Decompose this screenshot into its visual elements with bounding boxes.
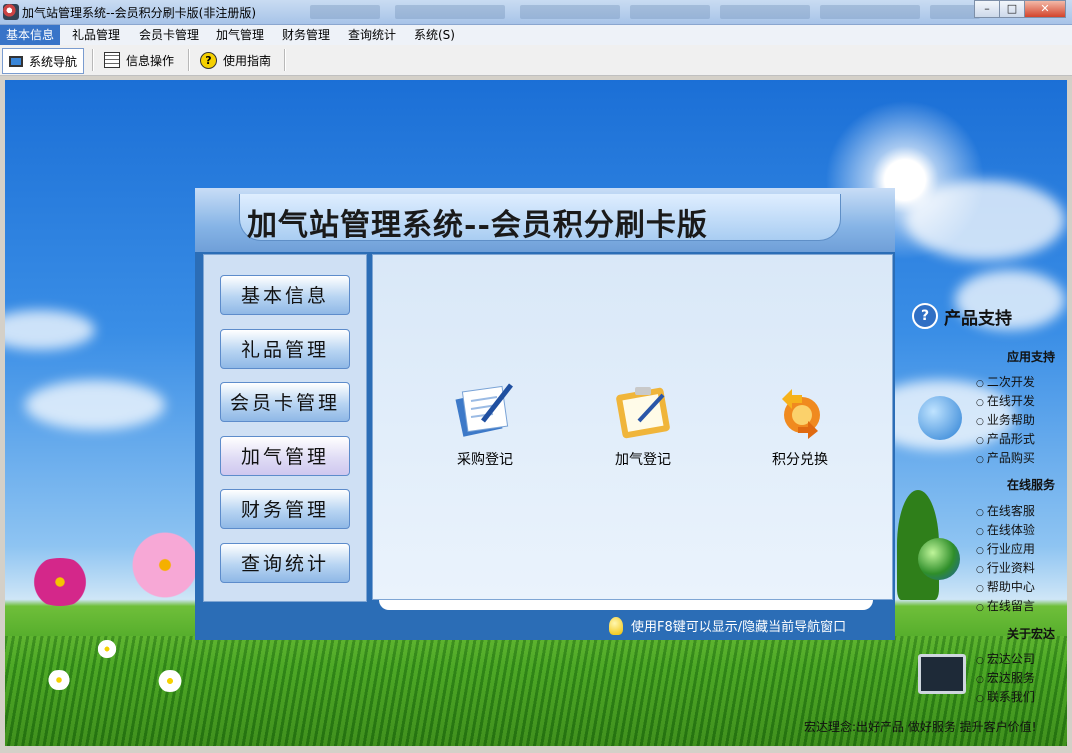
toolbar-separator [92,49,94,71]
support-link[interactable]: 宏达公司 [976,650,1035,667]
minimize-button[interactable]: – [974,0,1000,18]
cloud [25,380,165,430]
menu-member-card[interactable]: 会员卡管理 [133,25,205,45]
question-icon: ? [912,303,938,329]
menu-gift[interactable]: 礼品管理 [66,25,126,45]
nav-side-panel: 基本信息 礼品管理 会员卡管理 加气管理 财务管理 查询统计 [203,254,367,602]
support-link[interactable]: 二次开发 [976,373,1035,390]
toolbar: 系统导航 信息操作 ? 使用指南 [0,45,1072,76]
background-task-blur [395,5,505,19]
cloud [905,180,1065,260]
support-link[interactable]: 在线留言 [976,597,1035,614]
lightbulb-icon [609,616,623,635]
window-bottom-border [0,746,1072,753]
support-link[interactable]: 宏达服务 [976,669,1035,686]
purchase-register-item[interactable]: 采购登记 [430,381,540,469]
document-pen-icon [453,381,517,441]
menu-basic-info[interactable]: 基本信息 [0,25,61,45]
side-query-button[interactable]: 查询统计 [220,543,350,583]
support-link[interactable]: 联系我们 [976,688,1035,705]
side-finance-button[interactable]: 财务管理 [220,489,350,529]
window-controls: – □ ✕ [974,0,1066,18]
title-bar: 加气站管理系统--会员积分刷卡版(非注册版) – □ ✕ [0,0,1072,25]
system-nav-label: 系统导航 [29,54,78,69]
side-member-card-button[interactable]: 会员卡管理 [220,382,350,422]
support-title: 产品支持 [944,309,1012,329]
menu-bar: 基本信息 礼品管理 会员卡管理 加气管理 财务管理 查询统计 系统(S) [0,25,1072,45]
background-task-blur [930,5,980,19]
background-task-blur [630,5,710,19]
points-exchange-item[interactable]: 积分兑换 [745,381,855,469]
grid-icon [104,52,120,68]
user-guide-label: 使用指南 [223,53,272,68]
window-title: 加气站管理系统--会员积分刷卡版(非注册版) [22,6,257,20]
user-guide-button[interactable]: ? 使用指南 [194,48,277,72]
arrow-icon [918,396,962,440]
points-exchange-icon [768,381,832,441]
app-icon [3,4,19,20]
toolbar-separator [284,49,286,71]
nav-content-panel: 采购登记 加气登记 积分兑换 [372,254,893,600]
toolbar-separator [188,49,190,71]
side-gas-button[interactable]: 加气管理 [220,436,350,476]
close-button[interactable]: ✕ [1024,0,1066,18]
support-link[interactable]: 产品形式 [976,430,1035,447]
nav-footer-hint: 使用F8键可以显示/隐藏当前导航窗口 [631,620,847,635]
gas-register-item[interactable]: 加气登记 [588,381,698,469]
menu-finance[interactable]: 财务管理 [276,25,336,45]
support-link[interactable]: 行业资料 [976,559,1035,576]
info-operation-button[interactable]: 信息操作 [98,48,180,72]
side-gift-button[interactable]: 礼品管理 [220,329,350,369]
flower [95,640,119,658]
gas-register-label: 加气登记 [615,452,671,468]
nav-header: 加气站管理系统--会员积分刷卡版 [195,188,895,252]
flower [45,670,73,690]
support-section-heading: 应用支持 [1007,350,1056,364]
flower [125,530,205,600]
flower [25,558,95,606]
points-exchange-label: 积分兑换 [772,452,828,468]
help-icon: ? [200,51,217,69]
support-link[interactable]: 帮助中心 [976,578,1035,595]
background-task-blur [720,5,810,19]
side-basic-info-button[interactable]: 基本信息 [220,275,350,315]
support-section-heading: 在线服务 [1007,478,1056,492]
menu-gas[interactable]: 加气管理 [210,25,270,45]
nav-footer: 使用F8键可以显示/隐藏当前导航窗口 [609,616,846,635]
menu-query[interactable]: 查询统计 [342,25,402,45]
nav-title: 加气站管理系统--会员积分刷卡版 [247,208,708,243]
support-link[interactable]: 产品购买 [976,449,1035,466]
system-nav-button[interactable]: 系统导航 [2,48,85,74]
navigation-window: 加气站管理系统--会员积分刷卡版 基本信息 礼品管理 会员卡管理 加气管理 财务… [195,188,895,640]
menu-system[interactable]: 系统(S) [408,25,461,45]
support-link[interactable]: 业务帮助 [976,411,1035,428]
cloud [5,310,95,350]
monitor-icon [9,55,23,67]
maximize-button[interactable]: □ [999,0,1025,18]
support-link[interactable]: 行业应用 [976,540,1035,557]
background-task-blur [820,5,920,19]
globe-icon [918,538,960,580]
flower [155,670,185,692]
support-link[interactable]: 在线体验 [976,521,1035,538]
purchase-register-label: 采购登记 [457,452,513,468]
background-task-blur [310,5,380,19]
nav-footer-curve [379,600,873,610]
clipboard-icon [611,381,675,441]
support-section-heading: 关于宏达 [1007,627,1056,641]
info-operation-label: 信息操作 [126,53,175,68]
company-slogan: 宏达理念:出好产品 做好服务 提升客户价值! [804,720,1037,734]
support-link[interactable]: 在线开发 [976,392,1035,409]
support-link[interactable]: 在线客服 [976,502,1035,519]
computer-monitor-icon [918,654,966,694]
background-task-blur [520,5,620,19]
